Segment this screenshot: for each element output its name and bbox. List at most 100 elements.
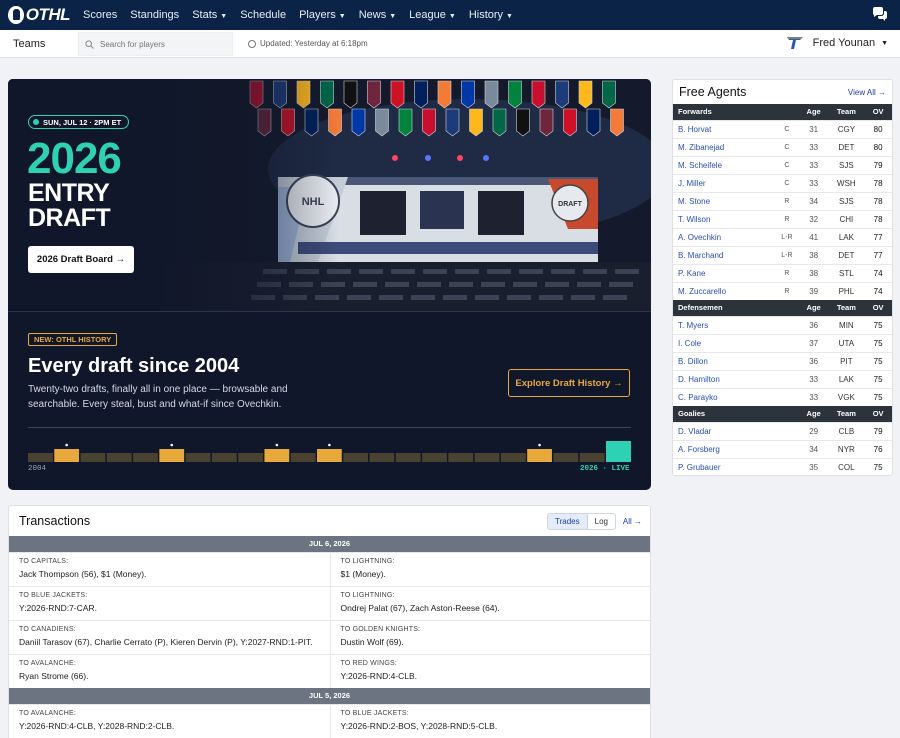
- draft-timeline[interactable]: [28, 441, 631, 463]
- timeline-segment[interactable]: [80, 453, 106, 462]
- nav-item-label: Scores: [83, 9, 118, 21]
- user-menu[interactable]: Fred Younan ▼: [786, 36, 888, 50]
- timeline-segment[interactable]: [264, 449, 290, 462]
- player-name[interactable]: T. Myers: [673, 315, 776, 334]
- player-team: CGY: [828, 119, 865, 138]
- player-age: 33: [798, 155, 829, 174]
- timeline-segment[interactable]: [106, 453, 132, 462]
- table-row[interactable]: D. Vladar 29 CLB 79: [673, 421, 892, 440]
- timeline-segment[interactable]: [553, 453, 579, 462]
- player-name[interactable]: D. Vladar: [673, 421, 776, 440]
- timeline-segment[interactable]: [159, 449, 185, 462]
- draft-title-line1: ENTRY: [28, 179, 110, 207]
- timeline-segment[interactable]: [54, 449, 80, 462]
- table-row[interactable]: M. Scheifele C 33 SJS 79: [673, 155, 892, 174]
- column-header: Age: [798, 406, 829, 422]
- timeline-segment[interactable]: [211, 453, 237, 462]
- chat-bubbles-icon[interactable]: [872, 7, 888, 21]
- timeline-segment[interactable]: [185, 453, 211, 462]
- nav-item-label: League: [409, 9, 446, 21]
- view-all-link[interactable]: View All →: [848, 88, 886, 97]
- timeline-live-segment[interactable]: [606, 441, 631, 462]
- timeline-segment[interactable]: [579, 453, 605, 462]
- player-name[interactable]: M. Zuccarello: [673, 281, 776, 300]
- table-row[interactable]: C. Parayko 33 VGK 75: [673, 387, 892, 406]
- player-team: UTA: [828, 333, 865, 352]
- player-name[interactable]: B. Marchand: [673, 245, 776, 264]
- caret-down-icon: ▼: [506, 13, 513, 20]
- player-name[interactable]: P. Kane: [673, 263, 776, 282]
- table-row[interactable]: A. Forsberg 34 NYR 76: [673, 439, 892, 458]
- table-row[interactable]: B. Horvat C 31 CGY 80: [673, 119, 892, 138]
- player-name[interactable]: B. Horvat: [673, 119, 776, 138]
- nav-item-schedule[interactable]: Schedule: [240, 9, 286, 21]
- nav-item-league[interactable]: League ▼: [409, 9, 456, 21]
- table-row[interactable]: M. Zibanejad C 33 DET 80: [673, 137, 892, 156]
- search-input[interactable]: [100, 39, 220, 49]
- timeline-segment[interactable]: [395, 453, 421, 462]
- player-position: R: [775, 281, 799, 300]
- all-transactions-link[interactable]: All →: [623, 517, 642, 526]
- nav-item-scores[interactable]: Scores: [83, 9, 117, 21]
- transaction-side: TO LIGHTNING: Ondrej Palat (67), Zach Ast…: [329, 587, 651, 620]
- column-header: OV: [864, 406, 892, 422]
- timeline-segment[interactable]: [500, 453, 526, 462]
- table-row[interactable]: B. Marchand L-R 38 DET 77: [673, 245, 892, 264]
- search-box[interactable]: [78, 32, 233, 56]
- timeline-segment[interactable]: [474, 453, 500, 462]
- transaction-side: TO BLUE JACKETS: Y:2026-RND:7-CAR.: [9, 587, 330, 620]
- player-name[interactable]: M. Scheifele: [673, 155, 776, 174]
- nav-item-stats[interactable]: Stats ▼: [192, 9, 227, 21]
- player-name[interactable]: P. Grubauer: [673, 457, 776, 475]
- tab-log[interactable]: Log: [588, 514, 615, 529]
- table-row[interactable]: P. Grubauer 35 COL 75: [673, 457, 892, 475]
- teams-dropdown-label: Teams: [13, 37, 46, 50]
- player-name[interactable]: C. Parayko: [673, 387, 776, 406]
- logo[interactable]: OTHL: [8, 5, 71, 25]
- timeline-segment[interactable]: [369, 453, 395, 462]
- nav-item-news[interactable]: News ▼: [359, 9, 396, 21]
- timeline-segment[interactable]: [290, 453, 316, 462]
- player-name[interactable]: I. Cole: [673, 333, 776, 352]
- table-row[interactable]: D. Hamilton 33 LAK 75: [673, 369, 892, 388]
- table-row[interactable]: I. Cole 37 UTA 75: [673, 333, 892, 352]
- table-row[interactable]: A. Ovechkin L-R 41 LAK 77: [673, 227, 892, 246]
- timeline-segment[interactable]: [133, 453, 158, 462]
- player-name[interactable]: M. Stone: [673, 191, 776, 210]
- table-row[interactable]: M. Stone R 34 SJS 78: [673, 191, 892, 210]
- player-name[interactable]: J. Miller: [673, 173, 776, 192]
- group-heading: Forwards: [673, 104, 799, 120]
- timeline-segment[interactable]: [422, 453, 447, 462]
- tab-trades[interactable]: Trades: [548, 514, 588, 529]
- timeline-segment[interactable]: [343, 453, 369, 462]
- player-name[interactable]: D. Hamilton: [673, 369, 776, 388]
- player-position: R: [775, 263, 799, 282]
- player-name[interactable]: A. Forsberg: [673, 439, 776, 458]
- timeline-segment[interactable]: [317, 449, 342, 462]
- table-row[interactable]: P. Kane R 38 STL 74: [673, 263, 892, 282]
- player-name[interactable]: M. Zibanejad: [673, 137, 776, 156]
- timeline-start-label: 2004: [28, 465, 47, 473]
- player-name[interactable]: B. Dillon: [673, 351, 776, 370]
- draft-board-button[interactable]: 2026 Draft Board →: [28, 246, 134, 273]
- table-row[interactable]: T. Myers 36 MIN 75: [673, 315, 892, 334]
- table-row[interactable]: M. Zuccarello R 39 PHL 74: [673, 281, 892, 300]
- explore-draft-history-button[interactable]: Explore Draft History →: [508, 369, 630, 397]
- player-name[interactable]: T. Wilson: [673, 209, 776, 228]
- player-name[interactable]: A. Ovechkin: [673, 227, 776, 246]
- timeline-segment[interactable]: [28, 453, 53, 462]
- nav-item-history[interactable]: History ▼: [469, 9, 513, 21]
- timeline-segment[interactable]: [238, 453, 263, 462]
- transaction-recipient: TO AVALANCHE:: [19, 660, 77, 667]
- hero-rule: [28, 427, 631, 428]
- timeline-segment[interactable]: [448, 453, 474, 462]
- player-position: [775, 369, 799, 388]
- nav-item-players[interactable]: Players ▼: [299, 9, 346, 21]
- table-row[interactable]: B. Dillon 36 PIT 75: [673, 351, 892, 370]
- teams-dropdown[interactable]: Teams ▼: [13, 38, 87, 50]
- table-row[interactable]: J. Miller C 33 WSH 78: [673, 173, 892, 192]
- player-overall: 76: [864, 439, 892, 458]
- nav-item-standings[interactable]: Standings: [130, 9, 179, 21]
- table-row[interactable]: T. Wilson R 32 CHI 78: [673, 209, 892, 228]
- timeline-segment[interactable]: [527, 449, 552, 462]
